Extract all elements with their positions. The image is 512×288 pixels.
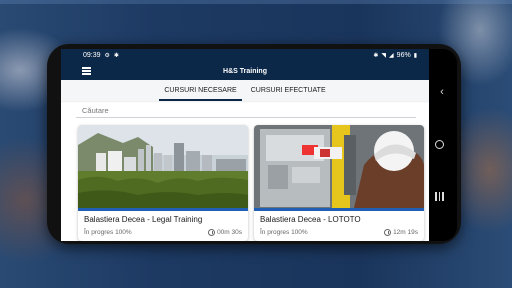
- alert-icon: ✱: [113, 53, 119, 59]
- tab-bar: CURSURI NECESARE CURSURI EFECTUATE: [61, 80, 429, 101]
- app-title: H&S Training: [223, 67, 267, 75]
- course-card-lototo[interactable]: Balastiera Decea - LOTOTO În progres 100…: [254, 125, 424, 241]
- course-meta: În progres 100% 00m 30s: [84, 229, 242, 236]
- app-screen: 09:39 ⚙ ✱ ✱ ◥ ◢ 96% ▮ H&S Training CURSU…: [61, 49, 429, 241]
- tab-cursuri-efectuate[interactable]: CURSURI EFECTUATE: [246, 80, 331, 101]
- course-image-lockout-panel: [254, 125, 424, 208]
- battery-percent: 96%: [396, 52, 411, 59]
- course-image-quarry-plant: [78, 125, 248, 208]
- course-title: Balastiera Decea - Legal Training: [84, 215, 203, 224]
- clock-icon: [384, 229, 392, 236]
- recent-apps-icon[interactable]: [435, 192, 444, 201]
- bluetooth-icon: ✱: [373, 53, 379, 59]
- clock-icon: [208, 229, 216, 236]
- course-duration-value: 12m 19s: [393, 229, 418, 236]
- course-duration: 12m 19s: [384, 229, 418, 236]
- hamburger-menu-icon[interactable]: [82, 67, 91, 75]
- search-input[interactable]: Căutare: [76, 101, 416, 118]
- status-time: 09:39: [83, 52, 101, 59]
- wifi-icon: ◥: [381, 53, 387, 59]
- notification-icon: ⚙: [104, 53, 110, 59]
- back-icon[interactable]: ‹: [434, 86, 450, 98]
- course-duration-value: 00m 30s: [217, 229, 242, 236]
- signal-icon: ◢: [389, 53, 394, 59]
- home-icon[interactable]: [435, 140, 444, 149]
- status-bar: 09:39 ⚙ ✱ ✱ ◥ ◢ 96% ▮: [61, 49, 429, 62]
- battery-icon: ▮: [413, 53, 417, 59]
- tab-cursuri-necesare[interactable]: CURSURI NECESARE: [159, 80, 243, 101]
- course-meta: În progres 100% 12m 19s: [260, 229, 418, 236]
- app-bar: H&S Training: [61, 62, 429, 80]
- course-progress: În progres 100%: [260, 229, 308, 236]
- course-progress: În progres 100%: [84, 229, 132, 236]
- background-stripe: [0, 0, 512, 4]
- course-duration: 00m 30s: [208, 229, 242, 236]
- course-title: Balastiera Decea - LOTOTO: [260, 215, 361, 224]
- course-card-accent-bar: [78, 208, 248, 211]
- course-card-accent-bar: [254, 208, 424, 211]
- course-card-legal-training[interactable]: Balastiera Decea - Legal Training În pro…: [78, 125, 248, 241]
